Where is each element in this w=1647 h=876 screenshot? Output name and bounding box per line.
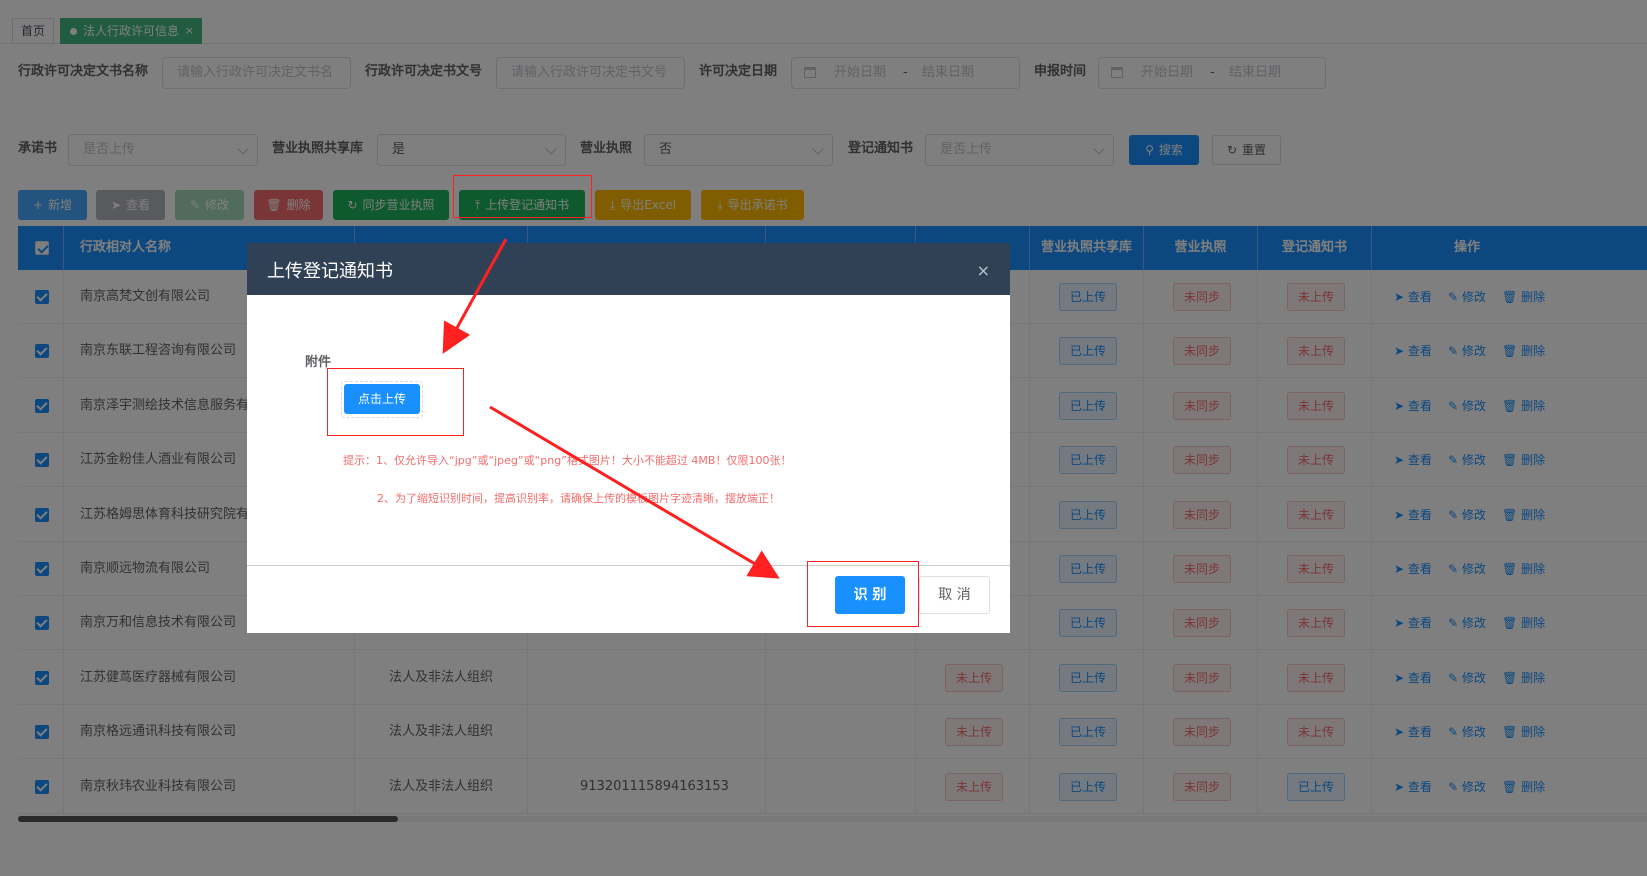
arrow-to-upload-area — [442, 238, 508, 354]
annotation-arrows — [442, 238, 780, 579]
arrow-to-recognize — [489, 405, 780, 579]
